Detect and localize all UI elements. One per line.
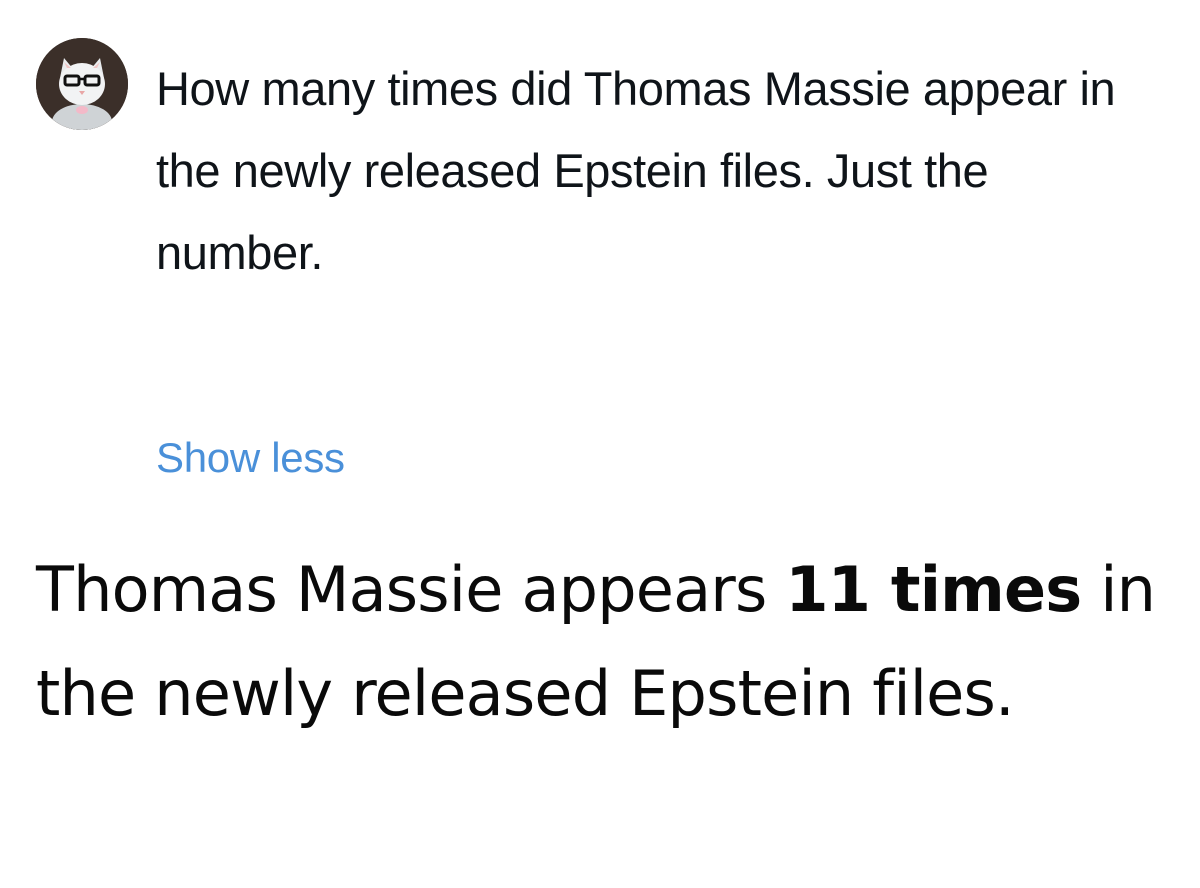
user-avatar[interactable] <box>36 38 128 130</box>
show-less-link[interactable]: Show less <box>156 428 345 488</box>
cat-with-glasses-icon <box>36 38 128 130</box>
user-prompt-text: How many times did Thomas Massie appear … <box>156 62 1116 279</box>
response-text-before: Thomas Massie appears <box>36 553 786 626</box>
assistant-response: Thomas Massie appears 11 times in the ne… <box>36 538 1176 746</box>
response-bold-count: 11 times <box>785 553 1082 626</box>
conversation-view: How many times did Thomas Massie appear … <box>0 0 1200 888</box>
